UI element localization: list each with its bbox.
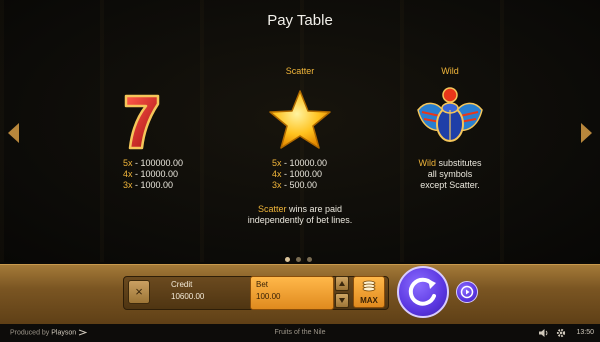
scarab-symbol-icon (417, 87, 483, 142)
wild-header: Wild (441, 66, 459, 76)
sound-icon[interactable] (538, 328, 549, 338)
scatter-note: Scatter wins are paid independently of b… (247, 204, 353, 225)
credit-display: Credit 10600.00 (171, 279, 204, 303)
max-bet-button[interactable]: MAX (353, 276, 385, 308)
footer: Produced by Playson Fruits of the Nile 1… (0, 324, 600, 342)
wild-description: Wild substitutes all symbols except Scat… (418, 158, 482, 190)
page-dot-3[interactable] (307, 257, 312, 262)
credit-label: Credit (171, 280, 193, 289)
page-dot-2[interactable] (296, 257, 301, 262)
payout-row: 3x - 500.00 (272, 180, 318, 190)
bet-stepper (335, 276, 349, 308)
payout-row: 3x - 1000.00 (123, 180, 174, 190)
max-label: MAX (360, 296, 378, 305)
autoplay-icon (460, 285, 474, 299)
bet-value: 100.00 (256, 292, 281, 301)
spin-button[interactable] (397, 266, 449, 318)
scatter-payouts: 5x - 10000.00 4x - 1000.00 3x - 500.00 (272, 158, 327, 191)
payout-row: 4x - 1000.00 (272, 169, 323, 179)
bet-decrease-button[interactable] (335, 293, 349, 308)
payout-row: 5x - 10000.00 (272, 158, 328, 168)
credit-value: 10600.00 (171, 292, 205, 301)
seven-symbol-icon (124, 94, 160, 150)
payout-row: 4x - 10000.00 (123, 169, 179, 179)
bet-display: Bet 100.00 (256, 279, 280, 303)
page-title: Pay Table (267, 12, 333, 29)
bet-increase-button[interactable] (335, 276, 349, 291)
bet-label: Bet (256, 280, 269, 289)
clock: 13:50 (576, 329, 594, 336)
star-symbol-icon (269, 90, 331, 149)
payout-row: 5x - 100000.00 (123, 158, 184, 168)
close-paytable-button[interactable]: × (128, 280, 150, 304)
game-name: Fruits of the Nile (274, 329, 326, 336)
arrow-down-icon (339, 298, 345, 303)
next-page-arrow[interactable] (581, 123, 592, 143)
page-indicator (285, 257, 312, 262)
autoplay-button[interactable] (456, 281, 478, 303)
spin-arrow-icon (408, 277, 436, 306)
scatter-header: Scatter (285, 66, 315, 76)
arrow-up-icon (339, 281, 345, 286)
prev-page-arrow[interactable] (8, 123, 19, 143)
page-dot-1[interactable] (285, 257, 290, 262)
gear-icon[interactable] (556, 328, 566, 338)
coins-icon (362, 280, 376, 292)
seven-payouts: 5x - 100000.00 4x - 10000.00 3x - 1000.0… (123, 158, 183, 191)
